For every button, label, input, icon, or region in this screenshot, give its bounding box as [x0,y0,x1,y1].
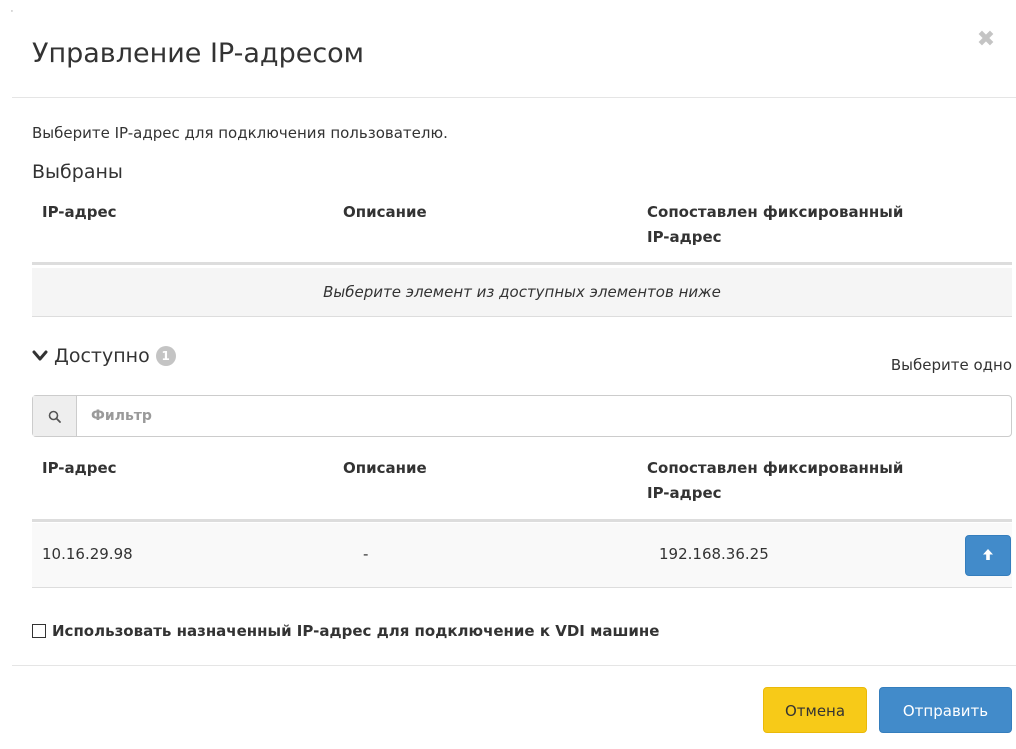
available-table-border [32,519,1012,522]
header-divider [12,97,1016,98]
corner-mark: ' [11,9,13,17]
use-assigned-ip-option[interactable]: Использовать назначенный IP-адрес для по… [32,622,659,640]
footer-divider [12,665,1016,666]
available-toggle[interactable]: Доступно 1 [32,345,176,367]
search-icon [33,396,77,436]
submit-button[interactable]: Отправить [879,687,1012,733]
filter-box [32,395,1012,437]
selected-table-border [32,262,1012,265]
intro-text: Выберите IP-адрес для подключения пользо… [32,124,448,142]
selected-col-description: Описание [343,203,427,221]
filter-input[interactable] [77,396,1011,436]
allocate-button[interactable] [965,535,1011,576]
row-description: - [363,545,369,563]
row-ip: 10.16.29.98 [42,545,133,563]
available-col-description: Описание [343,459,427,477]
arrow-up-icon [982,546,994,565]
available-col-ip: IP-адрес [42,459,117,477]
selected-heading: Выбраны [32,161,123,183]
use-assigned-ip-label: Использовать назначенный IP-адрес для по… [52,622,660,640]
available-count-badge: 1 [155,346,176,366]
use-assigned-ip-checkbox[interactable] [32,624,46,638]
modal-title: Управление IP-адресом [32,38,365,69]
available-col-fixed-ip: Сопоставлен фиксированный IP-адрес [647,459,904,502]
close-icon[interactable]: ✖ [974,28,998,52]
selected-col-ip: IP-адрес [42,203,117,221]
row-fixed-ip: 192.168.36.25 [659,545,769,563]
select-one-hint: Выберите одно [890,356,1012,374]
chevron-down-icon [32,347,48,366]
cancel-button[interactable]: Отмена [763,687,867,733]
available-heading: Доступно [54,345,150,367]
table-row: 10.16.29.98 - 192.168.36.25 [32,523,1012,588]
selected-empty-row: Выберите элемент из доступных элементов … [32,268,1012,317]
selected-col-fixed-ip: Сопоставлен фиксированный IP-адрес [647,203,904,246]
